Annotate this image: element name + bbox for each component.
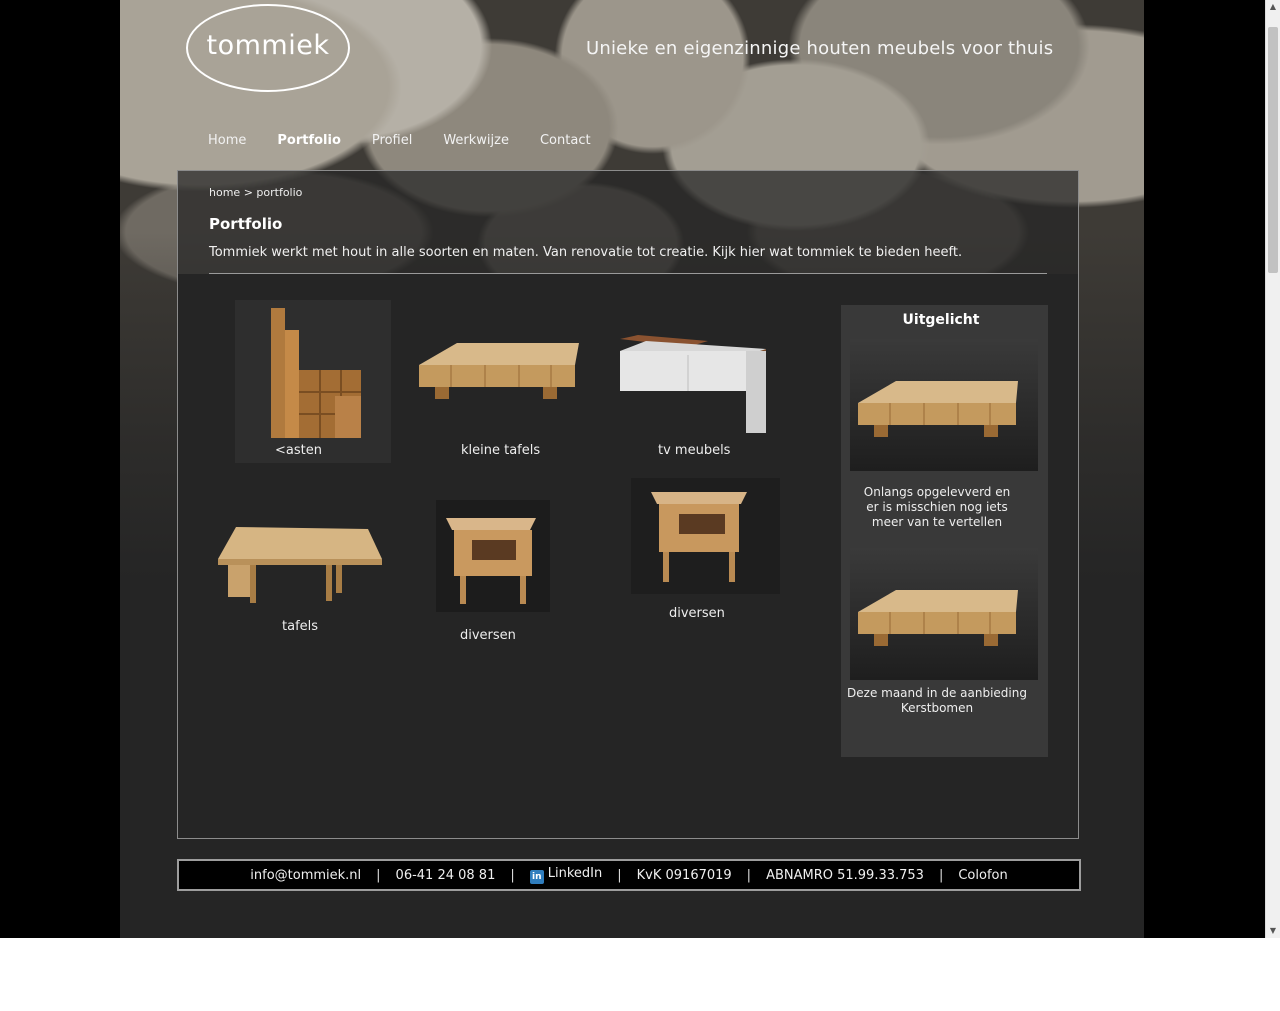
- nightstand-image-icon: [631, 478, 780, 594]
- featured-text-1[interactable]: Onlangs opgelevverd en er is misschien n…: [857, 485, 1017, 530]
- portfolio-item-tafels[interactable]: tafels: [216, 511, 386, 641]
- dining-table-image-icon: [218, 527, 382, 603]
- item-caption: tafels: [282, 619, 319, 634]
- portfolio-item-kleine-tafels[interactable]: kleine tafels: [405, 303, 589, 463]
- coffee-table-image-icon: [858, 590, 1018, 646]
- footer-separator: |: [510, 867, 515, 883]
- page-title: Portfolio: [209, 215, 283, 233]
- portfolio-item-diversen-1[interactable]: diversen: [436, 500, 556, 645]
- intro-text: Tommiek werkt met hout in alle soorten e…: [209, 245, 963, 260]
- tagline: Unieke en eigenzinnige houten meubels vo…: [586, 38, 1054, 59]
- breadcrumb-current: portfolio: [256, 186, 303, 199]
- footer-separator: |: [617, 867, 622, 883]
- browser-viewport: tommiek Unieke en eigenzinnige houten me…: [0, 0, 1265, 938]
- featured-sidebar: Uitgelicht Onlangs opgelevverd en er is …: [841, 305, 1048, 757]
- featured-image-2[interactable]: [850, 548, 1038, 680]
- item-caption: diversen: [460, 628, 516, 643]
- nav-werkwijze[interactable]: Werkwijze: [443, 133, 509, 148]
- nav-portfolio[interactable]: Portfolio: [277, 133, 341, 148]
- item-caption: <asten: [275, 443, 322, 458]
- footer-bank: ABNAMRO 51.99.33.753: [766, 867, 924, 883]
- tommiek-logo[interactable]: tommiek: [186, 4, 350, 92]
- vertical-scrollbar[interactable]: ▲ ▼: [1265, 0, 1280, 938]
- portfolio-item-diversen-2[interactable]: diversen: [631, 478, 781, 621]
- linkedin-icon: in: [529, 870, 544, 884]
- footer-separator: |: [938, 867, 944, 883]
- scrollbar-thumb[interactable]: [1268, 27, 1278, 273]
- sidebar-title: Uitgelicht: [902, 312, 980, 328]
- featured-image-1[interactable]: [850, 339, 1038, 471]
- bookcase-image-icon: [271, 308, 361, 438]
- logo-text: tommiek: [206, 29, 330, 61]
- footer-colofon-link[interactable]: Colofon: [958, 868, 1007, 883]
- portfolio-item-tv-meubels[interactable]: tv meubels: [598, 303, 798, 463]
- coffee-table-image-icon: [419, 343, 579, 399]
- footer-phone: 06-41 24 08 81: [395, 867, 496, 883]
- item-caption: tv meubels: [658, 443, 731, 458]
- scroll-down-icon[interactable]: ▼: [1266, 924, 1280, 938]
- nightstand-image-icon: [436, 500, 550, 612]
- coffee-table-image-icon: [858, 381, 1018, 437]
- footer-email-link[interactable]: info@tommiek.nl: [250, 868, 361, 883]
- nav-profiel[interactable]: Profiel: [372, 133, 412, 148]
- linkedin-label: LinkedIn: [547, 866, 603, 881]
- tv-cabinet-image-icon: [620, 335, 766, 433]
- breadcrumb-separator: >: [243, 186, 253, 199]
- main-nav: Home Portfolio Profiel Werkwijze Contact: [208, 133, 622, 148]
- featured-text-2[interactable]: Deze maand in de aanbieding Kerstbomen: [841, 686, 1033, 716]
- breadcrumb-home[interactable]: home: [209, 186, 240, 199]
- item-caption: diversen: [669, 606, 725, 621]
- footer-separator: |: [746, 867, 752, 883]
- page-wrapper: tommiek Unieke en eigenzinnige houten me…: [120, 0, 1144, 938]
- breadcrumb: home > portfolio: [209, 186, 302, 199]
- scroll-up-icon[interactable]: ▲: [1266, 0, 1280, 14]
- nav-home[interactable]: Home: [208, 133, 246, 148]
- item-caption: kleine tafels: [461, 443, 541, 458]
- nav-contact[interactable]: Contact: [540, 133, 591, 148]
- footer-bar: info@tommiek.nl | 06-41 24 08 81 | in Lin…: [177, 859, 1081, 891]
- portfolio-item-kasten[interactable]: <asten: [235, 300, 391, 463]
- content-box: home > portfolio Portfolio Tommiek werkt…: [177, 170, 1079, 839]
- footer-separator: |: [376, 867, 381, 883]
- footer-linkedin-link[interactable]: in LinkedIn: [529, 866, 603, 884]
- divider: [209, 273, 1047, 274]
- footer-kvk: KvK 09167019: [636, 867, 732, 883]
